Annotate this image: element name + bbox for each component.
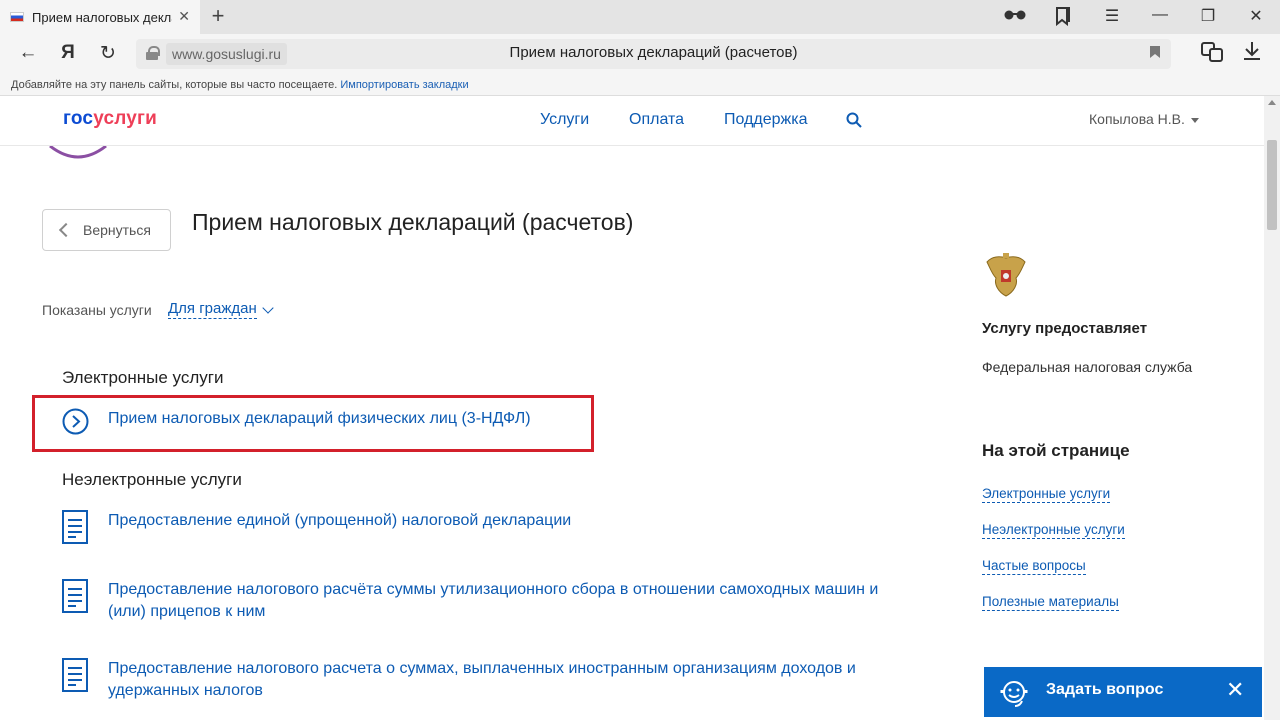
tab-title: Прием налоговых декла [32, 9, 172, 25]
downloads-icon[interactable] [1240, 40, 1264, 68]
minimize-button[interactable]: — [1148, 6, 1172, 24]
reader-glasses-icon[interactable] [1003, 6, 1027, 27]
filter-label: Показаны услуги [42, 302, 152, 318]
back-nav-button[interactable]: ← [16, 42, 40, 64]
chevron-left-icon [58, 222, 74, 238]
translate-icon[interactable] [1200, 40, 1224, 70]
scroll-up-icon[interactable] [1268, 100, 1276, 105]
reload-button[interactable]: ↻ [96, 42, 120, 65]
bookmarks-bar: Добавляйте на эту панель сайты, которые … [0, 74, 1280, 96]
scroll-thumb[interactable] [1267, 140, 1277, 230]
menu-support[interactable]: Поддержка [724, 111, 807, 129]
browser-tabbar: Прием налоговых декла ✕ + ☰ — ❐ ✕ [0, 0, 1280, 34]
onpage-link-faq[interactable]: Частые вопросы [982, 558, 1086, 575]
support-agent-icon [998, 677, 1030, 714]
non-electronic-services-heading: Неэлектронные услуги [62, 470, 242, 489]
import-bookmarks-link[interactable]: Импортировать закладки [340, 79, 468, 91]
back-button-label: Вернуться [83, 222, 151, 238]
chevron-down-icon [1190, 117, 1199, 123]
electronic-services-heading: Электронные услуги [62, 368, 224, 387]
bookmark-icon[interactable] [1149, 45, 1161, 63]
menu-payment[interactable]: Оплата [629, 111, 684, 129]
arrow-circle-icon [62, 408, 89, 440]
bookmarks-hint: Добавляйте на эту панель сайты, которые … [11, 79, 338, 91]
filter-select[interactable]: Для граждан [168, 300, 257, 319]
service-link[interactable]: Предоставление налогового расчета о сумм… [108, 658, 898, 702]
provider-name: Федеральная налоговая служба [982, 359, 1193, 375]
document-icon [62, 579, 89, 618]
service-item-electronic[interactable]: Прием налоговых деклараций физических ли… [62, 408, 898, 440]
new-tab-button[interactable]: + [206, 3, 230, 29]
document-icon [62, 510, 89, 549]
provider-heading: Услугу предоставляет [982, 320, 1148, 337]
onpage-link-non-electronic[interactable]: Неэлектронные услуги [982, 522, 1125, 539]
service-item-non-electronic[interactable]: Предоставление налогового расчёта суммы … [62, 579, 898, 623]
menu-icon[interactable]: ☰ [1100, 6, 1124, 26]
back-button[interactable]: Вернуться [42, 209, 171, 251]
on-page-heading: На этой странице [982, 441, 1130, 460]
document-icon [62, 658, 89, 697]
service-link[interactable]: Предоставление единой (упрощенной) налог… [108, 510, 898, 532]
user-menu[interactable]: Копылова Н.В. [1089, 111, 1199, 127]
onpage-link-materials[interactable]: Полезные материалы [982, 594, 1119, 611]
ask-question-widget[interactable]: Задать вопрос ✕ [984, 667, 1262, 717]
close-window-button[interactable]: ✕ [1244, 6, 1268, 26]
search-icon[interactable] [846, 112, 862, 128]
restore-button[interactable]: ❐ [1196, 6, 1220, 26]
ask-question-label: Задать вопрос [1046, 681, 1164, 698]
service-item-non-electronic[interactable]: Предоставление единой (упрощенной) налог… [62, 510, 898, 549]
site-header: госуслуги Услуги Оплата Поддержка Копыло… [0, 96, 1264, 146]
chevron-down-icon[interactable] [262, 302, 274, 314]
coat-of-arms-icon [986, 253, 1026, 297]
service-link[interactable]: Предоставление налогового расчёта суммы … [108, 579, 898, 623]
service-link[interactable]: Прием налоговых деклараций физических ли… [108, 408, 898, 430]
browser-tab[interactable]: Прием налоговых декла ✕ [0, 0, 200, 34]
collections-icon[interactable] [1051, 6, 1075, 31]
banner-emblem-fragment [49, 146, 107, 159]
browser-toolbar: ← Я ↻ www.gosuslugi.ru Прием налоговых д… [0, 34, 1280, 74]
address-page-title: Прием налоговых деклараций (расчетов) [509, 44, 798, 61]
page-title: Прием налоговых деклараций (расчетов) [192, 209, 634, 235]
menu-services[interactable]: Услуги [540, 111, 589, 129]
tab-close-icon[interactable]: ✕ [178, 8, 190, 25]
gosuslugi-logo[interactable]: госуслуги [63, 108, 157, 130]
russia-flag-icon [10, 12, 24, 22]
onpage-link-electronic[interactable]: Электронные услуги [982, 486, 1111, 503]
address-bar[interactable]: www.gosuslugi.ru Прием налоговых деклара… [136, 39, 1171, 69]
page-scrollbar[interactable] [1264, 96, 1280, 720]
close-icon[interactable]: ✕ [1226, 679, 1244, 701]
yandex-home-button[interactable]: Я [56, 42, 80, 64]
service-item-non-electronic[interactable]: Предоставление налогового расчета о сумм… [62, 658, 898, 702]
